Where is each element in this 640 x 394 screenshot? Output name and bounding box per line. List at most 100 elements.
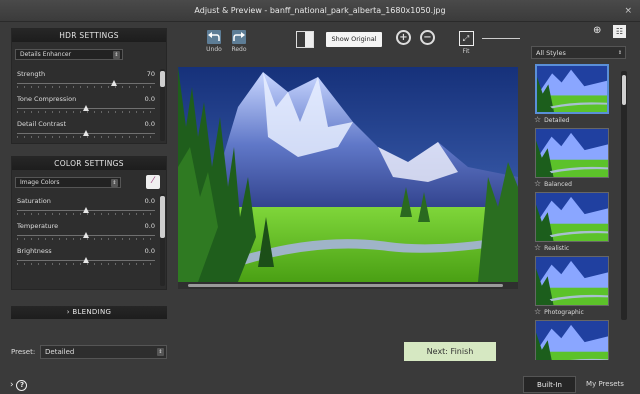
slider-value: 0.0 [144, 222, 155, 230]
help-icon: ? [16, 380, 28, 391]
color-picker-icon[interactable]: ⁄ [146, 175, 160, 189]
redo-icon [232, 30, 246, 44]
slider-thumb[interactable] [83, 130, 89, 136]
chevron-updown-icon: ⇕ [111, 179, 118, 187]
fit-button[interactable]: ⤢ Fit [456, 31, 476, 55]
styles-scroll-thumb[interactable] [622, 75, 626, 105]
hdr-scrollbar[interactable] [160, 69, 165, 141]
color-settings-panel: COLOR SETTINGS Image Colors ⇕ ⁄ Saturati… [11, 156, 167, 290]
hdr-scroll-thumb[interactable] [160, 71, 165, 87]
slider-ticks [17, 238, 155, 240]
slider-label: Detail Contrast [17, 120, 66, 128]
zoom-in-icon[interactable]: + [396, 30, 411, 45]
chevron-updown-icon: ⇕ [113, 51, 120, 59]
zoom-slider-track[interactable] [482, 38, 520, 39]
zoom-out-icon[interactable]: − [420, 30, 435, 45]
slider-ticks [17, 111, 155, 113]
slider-value: 0.0 [144, 197, 155, 205]
style-thumbnail[interactable] [535, 256, 609, 306]
slider-thumb[interactable] [83, 232, 89, 238]
styles-filter-select[interactable]: All Styles ⇕ [531, 46, 626, 59]
color-mode-value: Image Colors [20, 179, 60, 186]
undo-icon [207, 30, 221, 44]
undo-button[interactable]: Undo [202, 30, 226, 53]
slider-ticks [17, 263, 155, 265]
color-scroll-thumb[interactable] [160, 196, 165, 238]
color-settings-header: COLOR SETTINGS [12, 157, 166, 170]
color-slider-row[interactable]: Saturation 0.0 [17, 197, 155, 219]
style-name: Balanced [544, 181, 572, 188]
style-thumbnail[interactable] [535, 320, 609, 360]
style-label: ☆ Realistic [534, 243, 569, 252]
fit-label: Fit [462, 48, 470, 55]
next-finish-button[interactable]: Next: Finish [404, 342, 496, 361]
slider-value: 70 [146, 70, 155, 78]
slider-thumb[interactable] [83, 257, 89, 263]
star-icon[interactable]: ☆ [534, 115, 541, 124]
tab-my-presets[interactable]: My Presets [578, 376, 632, 393]
slider-value: 0.0 [144, 247, 155, 255]
slider-label: Strength [17, 70, 46, 78]
star-icon[interactable]: ☆ [534, 243, 541, 252]
slider-label: Temperature [17, 222, 59, 230]
preset-select[interactable]: Detailed ⇕ [40, 345, 167, 359]
slider-ticks [17, 213, 155, 215]
preset-value: Detailed [45, 348, 75, 356]
undo-label: Undo [206, 46, 222, 53]
slider-label: Brightness [17, 247, 52, 255]
styles-scrollbar[interactable] [621, 71, 627, 320]
fit-icon: ⤢ [458, 31, 474, 46]
split-view-icon[interactable] [296, 31, 314, 48]
slider-value: 0.0 [144, 120, 155, 128]
slider-ticks [17, 136, 155, 138]
chevron-updown-icon: ⇕ [157, 348, 164, 356]
color-slider-row[interactable]: Temperature 0.0 [17, 222, 155, 244]
grid-view-icon[interactable]: ☷ [613, 25, 626, 38]
style-thumbnail[interactable] [535, 192, 609, 242]
chevron-updown-icon: ⇕ [617, 50, 623, 56]
color-slider-row[interactable]: Brightness 0.0 [17, 247, 155, 269]
preset-label: Preset: [11, 348, 36, 356]
expand-chevron-icon: › [10, 380, 14, 390]
slider-thumb[interactable] [110, 80, 117, 86]
style-thumbnail-list: ☆ Detailed ☆ Balanced ☆ Realistic ☆ Photographi… [531, 64, 628, 360]
preview-scroll-thumb[interactable] [188, 284, 503, 287]
star-icon[interactable]: ☆ [534, 179, 541, 188]
redo-button[interactable]: Redo [227, 30, 251, 53]
hdr-slider-row[interactable]: Detail Contrast 0.0 [17, 120, 155, 142]
save-preset-icon[interactable]: ⊕ [593, 25, 601, 36]
preview-image[interactable] [178, 67, 518, 282]
hdr-slider-row[interactable]: Tone Compression 0.0 [17, 95, 155, 117]
star-icon[interactable]: ☆ [534, 307, 541, 316]
style-label: ☆ Photographic [534, 307, 584, 316]
show-original-button[interactable]: Show Original [326, 32, 382, 47]
color-mode-select[interactable]: Image Colors ⇕ [15, 177, 121, 188]
slider-track[interactable] [17, 83, 155, 84]
hdr-settings-header: HDR SETTINGS [12, 29, 166, 42]
style-name: Realistic [544, 245, 570, 252]
hdr-mode-select[interactable]: Details Enhancer ⇕ [15, 49, 123, 60]
left-panel: HDR SETTINGS Details Enhancer ⇕ Strength… [0, 22, 176, 391]
color-scrollbar[interactable] [160, 194, 165, 286]
style-name: Photographic [544, 309, 584, 316]
style-name: Detailed [544, 117, 570, 124]
preview-horizontal-scrollbar[interactable] [178, 282, 518, 289]
style-thumbnail[interactable] [535, 64, 609, 114]
close-icon[interactable]: × [624, 0, 632, 22]
blending-label: BLENDING [72, 308, 112, 316]
preview-toolbar: Undo Redo Show Original + − ⤢ Fit [176, 22, 520, 64]
hdr-slider-row[interactable]: Strength 70 [17, 70, 155, 92]
help-button[interactable]: › ? [10, 380, 28, 391]
styles-filter-value: All Styles [536, 49, 566, 57]
slider-thumb[interactable] [83, 105, 89, 111]
hdr-mode-value: Details Enhancer [20, 51, 72, 58]
redo-label: Redo [231, 46, 247, 53]
blending-section-toggle[interactable]: › BLENDING [11, 306, 167, 319]
style-thumbnail[interactable] [535, 128, 609, 178]
tab-built-in[interactable]: Built-In [523, 376, 576, 393]
window-title: Adjust & Preview - banff_national_park_a… [194, 6, 446, 15]
window-titlebar: Adjust & Preview - banff_national_park_a… [0, 0, 640, 22]
slider-thumb[interactable] [83, 207, 89, 213]
styles-panel: ⊕ ☷ All Styles ⇕ ☆ Detailed ☆ Balanced ☆ Real… [520, 22, 640, 393]
slider-ticks [17, 86, 155, 88]
